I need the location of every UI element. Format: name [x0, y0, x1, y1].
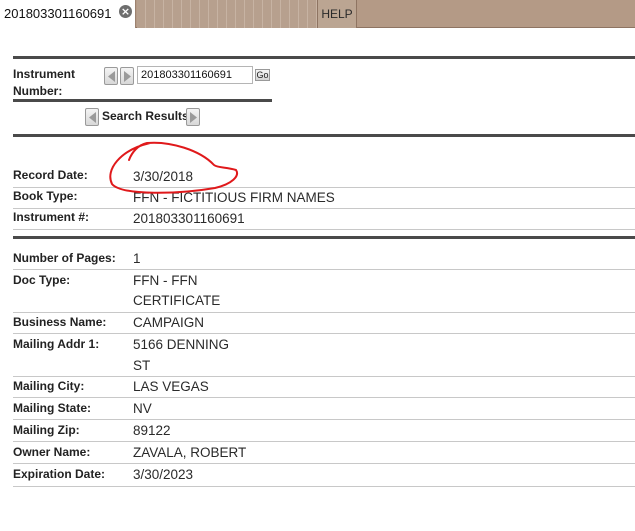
red-circle-annotation	[109, 141, 238, 194]
